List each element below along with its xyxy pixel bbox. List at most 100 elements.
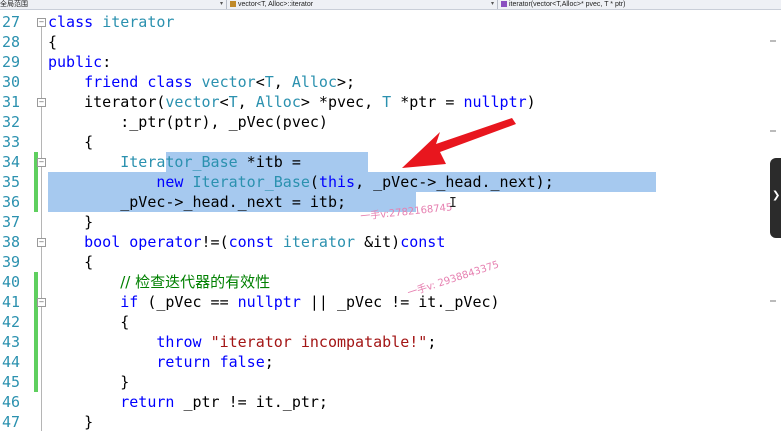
code-line[interactable]: { — [48, 32, 57, 52]
code-token: Iterator_Base — [120, 153, 238, 171]
code-line[interactable]: :_ptr(ptr), _pVec(pvec) — [48, 112, 328, 132]
collapse-box-icon[interactable]: − — [37, 98, 46, 107]
red-arrow-annotation — [402, 118, 516, 168]
ibeam-cursor-icon: I — [449, 196, 457, 211]
code-token: || _pVec != it._pVec) — [300, 293, 500, 311]
line-number: 27 — [2, 13, 21, 31]
line-number: 30 — [2, 73, 21, 91]
line-number: 31 — [2, 93, 21, 111]
code-token: nullptr — [237, 293, 301, 311]
code-token: Alloc — [291, 73, 337, 91]
code-token: { — [48, 33, 58, 51]
collapse-box-icon[interactable]: − — [37, 298, 46, 307]
code-line[interactable]: } — [48, 412, 93, 432]
line-number: 33 — [2, 133, 21, 151]
class-scope-dropdown[interactable]: vector<T, Alloc>::iterator ▾ — [228, 0, 496, 9]
line-number: 29 — [2, 53, 21, 71]
code-line[interactable]: throw "iterator incompatable!"; — [48, 332, 436, 352]
code-token: >; — [337, 73, 356, 91]
code-token: _ptr != it._ptr; — [174, 393, 328, 411]
code-line[interactable]: public: — [48, 52, 111, 72]
chevron-right-icon: ❯ — [772, 190, 781, 201]
line-number: 44 — [2, 353, 21, 371]
line-number: 34 — [2, 153, 21, 171]
code-line[interactable]: _pVec->_head._next = itb; — [48, 192, 346, 212]
scroll-marker — [770, 130, 776, 132]
code-line[interactable]: if (_pVec == nullptr || _pVec != it._pVe… — [48, 292, 500, 312]
project-scope-dropdown[interactable]: 全局范围 ▾ — [0, 0, 225, 9]
line-number: 39 — [2, 253, 21, 271]
code-line[interactable]: return false; — [48, 352, 273, 372]
chevron-down-icon: ▾ — [219, 1, 223, 7]
code-token: iterator( — [48, 93, 166, 111]
code-token: iterator — [102, 13, 175, 31]
change-indicator — [34, 272, 38, 392]
code-line[interactable]: { — [48, 252, 93, 272]
code-token: operator — [129, 233, 202, 251]
code-line[interactable]: return _ptr != it._ptr; — [48, 392, 328, 412]
code-line[interactable]: class iterator — [48, 12, 174, 32]
line-number: 47 — [2, 413, 21, 431]
code-token: T — [228, 93, 238, 111]
code-token: "iterator incompatable!" — [210, 333, 428, 351]
code-token: { — [48, 133, 94, 151]
code-line[interactable]: } — [48, 372, 129, 392]
code-token: (_pVec == — [138, 293, 238, 311]
code-token: iterator — [282, 233, 356, 251]
code-token: bool — [84, 233, 130, 251]
code-line[interactable]: iterator(vector<T, Alloc> *pvec, T *ptr … — [48, 92, 536, 112]
code-token: return — [120, 393, 175, 411]
code-token: :_ptr(ptr), _pVec(pvec) — [48, 113, 328, 131]
line-number: 41 — [2, 293, 21, 311]
code-token: const — [400, 233, 446, 251]
member-scope-label: iterator(vector<T,Alloc>* pvec, T * ptr) — [509, 1, 626, 8]
code-token: class — [48, 13, 103, 31]
code-line[interactable]: Iterator_Base *itb = — [48, 152, 301, 172]
project-scope-label: 全局范围 — [0, 1, 28, 8]
code-token: T — [264, 73, 274, 91]
code-line[interactable]: { — [48, 132, 93, 152]
code-line[interactable]: friend class vector<T, Alloc>; — [48, 72, 355, 92]
line-number: 45 — [2, 373, 21, 391]
scroll-marker — [770, 300, 776, 302]
code-token: , — [273, 73, 292, 91]
code-line[interactable]: bool operator!=(const iterator &it)const — [48, 232, 445, 252]
member-scope-dropdown[interactable]: iterator(vector<T,Alloc>* pvec, T * ptr) — [499, 0, 781, 9]
code-token: &it) — [355, 233, 401, 251]
code-line[interactable]: } — [48, 212, 93, 232]
code-token: Alloc — [255, 93, 301, 111]
line-number: 28 — [2, 33, 21, 51]
collapse-box-icon[interactable]: − — [37, 18, 46, 27]
code-token: Iterator_Base — [192, 173, 310, 191]
code-token: < — [255, 73, 265, 91]
fold-guide — [41, 27, 42, 431]
code-line[interactable]: // 检查迭代器的有效性 — [48, 272, 270, 292]
code-token: : — [102, 53, 112, 71]
side-panel-tab[interactable]: ❯ — [770, 158, 781, 238]
code-token: > *pvec, — [300, 93, 383, 111]
code-token: new — [156, 173, 193, 191]
line-number: 42 — [2, 313, 21, 331]
code-token: ( — [309, 173, 319, 191]
collapse-box-icon[interactable]: − — [37, 158, 46, 167]
code-token: this — [318, 173, 356, 191]
code-token: ) — [526, 93, 536, 111]
code-token: friend class — [84, 73, 202, 91]
code-line[interactable]: { — [48, 312, 129, 332]
line-number: 46 — [2, 393, 21, 411]
code-token: } — [48, 373, 130, 391]
code-token: T — [382, 93, 392, 111]
code-token: } — [48, 413, 94, 431]
collapse-box-icon[interactable]: − — [37, 238, 46, 247]
code-token: vector — [201, 73, 256, 91]
line-number: 37 — [2, 213, 21, 231]
code-token: !=( — [201, 233, 229, 251]
line-number: 35 — [2, 173, 21, 191]
